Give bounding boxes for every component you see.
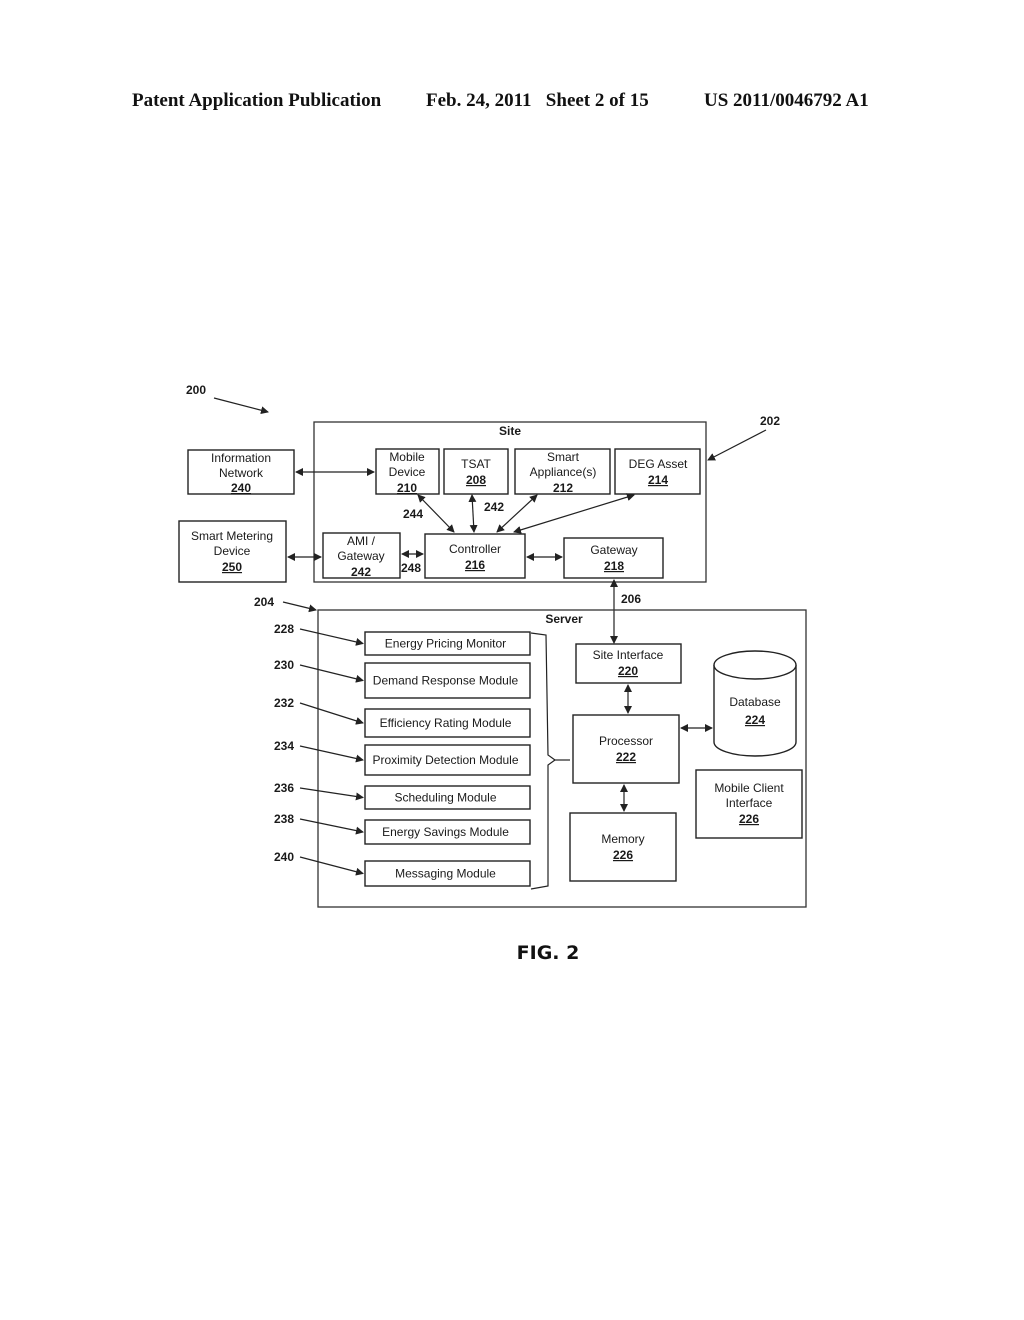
module-230: Demand Response Module 230 [274, 658, 531, 699]
information-network-ref: 240 [231, 481, 251, 495]
figure-label: FIG. 2 [517, 942, 580, 964]
ref-204-arrow [282, 601, 317, 613]
smart-metering-device-box: Smart Metering Device 250 [178, 520, 287, 583]
smart-appliance-label-2: Appliance(s) [530, 465, 597, 479]
memory-ref: 226 [613, 848, 633, 862]
module-pointer-arrow [299, 628, 364, 646]
module-ref: 240 [274, 850, 294, 864]
module-ref: 228 [274, 622, 294, 636]
gateway-ref: 218 [604, 559, 624, 573]
link-tsat-controller [468, 494, 478, 533]
gateway-label: Gateway [590, 543, 637, 557]
module-232: Efficiency Rating Module 232 [274, 696, 531, 738]
smart-appliance-box: Smart Appliance(s) 212 [514, 448, 611, 495]
module-236: Scheduling Module 236 [274, 781, 531, 810]
smart-metering-label-2: Device [214, 544, 251, 558]
module-ref: 236 [274, 781, 294, 795]
module-label: Demand Response Module [373, 674, 519, 688]
module-240: Messaging Module 240 [274, 850, 531, 887]
site-interface-box: Site Interface 220 [575, 643, 682, 684]
ami-gateway-label-2: Gateway [337, 549, 384, 563]
deg-asset-ref: 214 [648, 473, 668, 487]
ref-244: 244 [403, 507, 423, 521]
ami-gateway-label-1: AMI / [347, 534, 376, 548]
mobile-device-box: Mobile Device 210 [375, 448, 440, 495]
memory-label: Memory [601, 832, 644, 846]
mobile-device-ref: 210 [397, 481, 417, 495]
site-title: Site [499, 424, 521, 438]
server-modules: Energy Pricing Monitor 228 Demand Response… [274, 622, 531, 887]
module-label: Messaging Module [395, 867, 496, 881]
controller-box: Controller 216 [424, 533, 526, 579]
database-label: Database [729, 695, 781, 709]
memory-box: Memory 226 [569, 812, 677, 882]
deg-asset-box: DEG Asset 214 [614, 448, 701, 495]
ami-gateway-ref: 242 [351, 565, 371, 579]
module-ref: 232 [274, 696, 294, 710]
module-pointer-arrow [299, 664, 364, 683]
site-interface-label: Site Interface [593, 648, 664, 662]
controller-ref: 216 [465, 558, 485, 572]
module-228: Energy Pricing Monitor 228 [274, 622, 531, 656]
ref-248: 248 [401, 561, 421, 575]
module-pointer-arrow [299, 702, 364, 725]
module-ref: 238 [274, 812, 294, 826]
server-title: Server [545, 612, 583, 626]
module-label: Proximity Detection Module [372, 753, 518, 767]
module-ref: 234 [274, 739, 294, 753]
mobile-client-interface-box: Mobile Client Interface 226 [695, 769, 803, 839]
deg-asset-label: DEG Asset [629, 457, 688, 471]
ami-gateway-box: AMI / Gateway 242 [322, 532, 401, 579]
module-pointer-arrow [299, 787, 364, 801]
module-238: Energy Savings Module 238 [274, 812, 531, 845]
module-label: Energy Savings Module [382, 825, 509, 839]
smart-metering-ref: 250 [222, 560, 242, 574]
processor-box: Processor 222 [572, 714, 680, 784]
processor-label: Processor [599, 734, 653, 748]
smart-appliance-ref: 212 [553, 481, 573, 495]
modules-brace [530, 632, 557, 890]
module-pointer-arrow [299, 856, 364, 876]
ref-202-arrow [707, 429, 767, 461]
information-network-label-2: Network [219, 466, 264, 480]
mobile-client-ref: 226 [739, 812, 759, 826]
processor-ref: 222 [616, 750, 636, 764]
module-pointer-arrow [299, 745, 364, 763]
mobile-client-label-1: Mobile Client [714, 781, 784, 795]
module-234: Proximity Detection Module 234 [274, 739, 531, 776]
database-ref: 224 [745, 713, 765, 727]
ref-242-link: 242 [484, 500, 504, 514]
mobile-device-label-1: Mobile [389, 450, 425, 464]
module-ref: 230 [274, 658, 294, 672]
ref-200-arrow [213, 397, 269, 415]
controller-label: Controller [449, 542, 501, 556]
module-pointer-arrow [299, 818, 364, 835]
gateway-box: Gateway 218 [563, 537, 664, 579]
ref-206: 206 [621, 592, 641, 606]
database-cylinder: Database 224 [713, 650, 797, 757]
link-mobile-controller [417, 494, 455, 533]
smart-metering-label-1: Smart Metering [191, 529, 273, 543]
figure-2-diagram: 200 Site 202 Information Network 240 Mob… [178, 383, 807, 964]
smart-appliance-label-1: Smart [547, 450, 580, 464]
module-label: Efficiency Rating Module [380, 716, 512, 730]
tsat-box: TSAT 208 [443, 448, 509, 495]
mobile-client-label-2: Interface [726, 796, 773, 810]
information-network-box: Information Network 240 [187, 449, 295, 495]
module-label: Energy Pricing Monitor [385, 637, 506, 651]
ref-204: 204 [254, 595, 274, 609]
site-interface-ref: 220 [618, 664, 638, 678]
module-label: Scheduling Module [394, 791, 496, 805]
information-network-label-1: Information [211, 451, 271, 465]
tsat-ref: 208 [466, 473, 486, 487]
ref-200: 200 [186, 383, 206, 397]
ref-202: 202 [760, 414, 780, 428]
tsat-label: TSAT [461, 457, 491, 471]
link-deg-controller [513, 493, 635, 534]
mobile-device-label-2: Device [389, 465, 426, 479]
